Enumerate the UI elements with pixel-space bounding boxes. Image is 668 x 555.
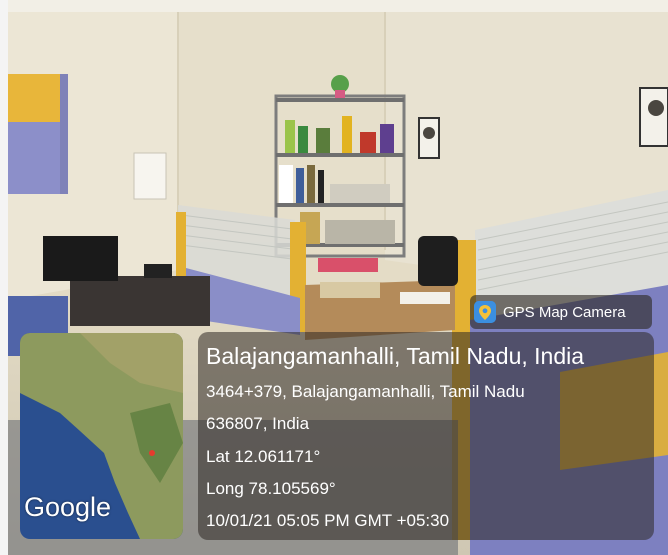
geotagged-photo-frame: Google GPS Map Camera Balajangamanhalli,… xyxy=(0,0,668,555)
cabinet-lower xyxy=(8,122,63,194)
portrait-right xyxy=(639,87,668,147)
phone xyxy=(144,264,172,278)
map-attribution: Google xyxy=(24,492,112,522)
location-pin-icon xyxy=(149,450,155,456)
address-line-2: 636807, India xyxy=(206,414,310,433)
latitude: Lat 12.061171° xyxy=(206,447,321,466)
map-pin-icon xyxy=(474,301,496,323)
wall-notice xyxy=(133,152,167,200)
office-chair xyxy=(418,236,458,286)
monitor xyxy=(43,236,118,281)
address-line-1: 3464+379, Balajangamanhalli, Tamil Nadu xyxy=(206,382,525,401)
longitude: Long 78.105569° xyxy=(206,479,336,498)
photo-border xyxy=(0,0,8,555)
partition-post-left xyxy=(176,212,186,282)
ceiling xyxy=(8,0,668,12)
app-badge: GPS Map Camera xyxy=(470,295,652,329)
app-name: GPS Map Camera xyxy=(503,303,626,321)
desk-left xyxy=(70,276,210,326)
back-wall xyxy=(175,12,385,242)
timestamp: 10/01/21 05:05 PM GMT +05:30 xyxy=(206,511,450,530)
location-title: Balajangamanhalli, Tamil Nadu, India xyxy=(206,343,585,369)
cabinet-upper xyxy=(8,74,63,122)
